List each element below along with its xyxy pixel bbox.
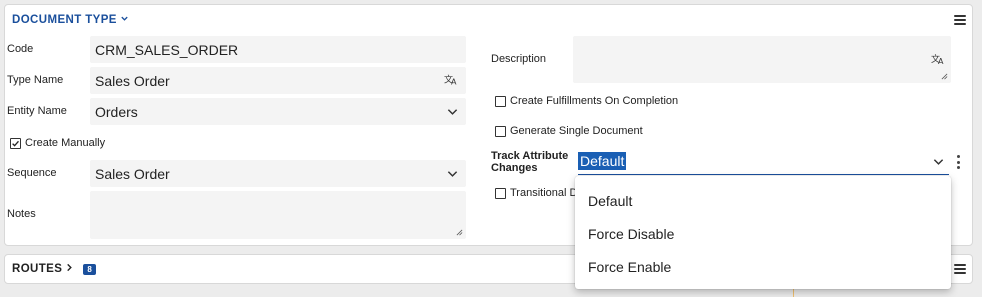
sequence-label: Sequence	[7, 167, 57, 179]
entity-name-select[interactable]: Orders	[90, 98, 466, 125]
type-name-value: Sales Order	[95, 72, 170, 89]
create-fulfillments-checkbox[interactable]: Create Fulfillments On Completion	[495, 95, 678, 107]
transitional-checkbox[interactable]: Transitional D	[495, 187, 577, 199]
menu-icon[interactable]	[954, 15, 966, 25]
document-type-header[interactable]: DOCUMENT TYPE	[12, 14, 129, 26]
translate-icon[interactable]: 文A	[931, 52, 945, 68]
code-label: Code	[7, 43, 34, 55]
translate-icon[interactable]: 文A	[444, 73, 458, 88]
checkbox-checked-icon	[10, 137, 21, 149]
track-attribute-value: Default	[578, 152, 627, 170]
checkbox-unchecked-icon	[495, 187, 506, 199]
type-name-field[interactable]: Sales Order 文A	[90, 67, 466, 94]
checkbox-unchecked-icon	[495, 95, 506, 107]
dropdown-option-default[interactable]: Default	[588, 193, 632, 209]
description-textarea[interactable]: 文A	[573, 36, 951, 83]
entity-name-value: Orders	[95, 103, 138, 120]
dropdown-option-force-disable[interactable]: Force Disable	[588, 226, 674, 242]
code-value: CRM_SALES_ORDER	[95, 41, 239, 58]
resize-handle-icon[interactable]	[941, 73, 948, 80]
panel-title-text: DOCUMENT TYPE	[12, 14, 117, 26]
track-attribute-select[interactable]: Default	[578, 149, 949, 175]
chevron-down-icon	[447, 105, 458, 119]
routes-title-text: ROUTES	[12, 263, 63, 275]
chevron-down-icon	[933, 157, 944, 169]
chevron-right-icon	[66, 263, 73, 275]
generate-single-label: Generate Single Document	[510, 125, 643, 137]
resize-handle-icon[interactable]	[456, 229, 463, 236]
sequence-select[interactable]: Sales Order	[90, 160, 466, 187]
more-options-icon[interactable]	[956, 155, 960, 169]
track-attribute-dropdown: Default Force Disable Force Enable	[575, 176, 951, 289]
entity-name-label: Entity Name	[7, 105, 67, 117]
routes-header[interactable]: ROUTES 8	[12, 263, 97, 275]
sequence-value: Sales Order	[95, 165, 170, 182]
svg-text:A: A	[451, 77, 457, 85]
description-label: Description	[491, 53, 547, 65]
menu-icon[interactable]	[954, 264, 966, 274]
create-manually-checkbox[interactable]: Create Manually	[10, 137, 105, 149]
svg-text:A: A	[938, 57, 944, 65]
create-manually-label: Create Manually	[25, 137, 106, 149]
code-field[interactable]: CRM_SALES_ORDER	[90, 36, 466, 63]
create-fulfillments-label: Create Fulfillments On Completion	[510, 95, 679, 107]
track-attribute-label: Track Attribute Changes	[491, 150, 569, 174]
notes-textarea[interactable]	[90, 191, 466, 239]
checkbox-unchecked-icon	[495, 125, 506, 137]
transitional-label: Transitional D	[510, 187, 578, 199]
routes-count-badge: 8	[83, 263, 97, 275]
chevron-down-icon	[120, 14, 129, 26]
type-name-label: Type Name	[7, 74, 64, 86]
notes-label: Notes	[7, 208, 36, 220]
chevron-down-icon	[447, 167, 458, 181]
generate-single-checkbox[interactable]: Generate Single Document	[495, 125, 643, 137]
dropdown-option-force-enable[interactable]: Force Enable	[588, 259, 671, 275]
